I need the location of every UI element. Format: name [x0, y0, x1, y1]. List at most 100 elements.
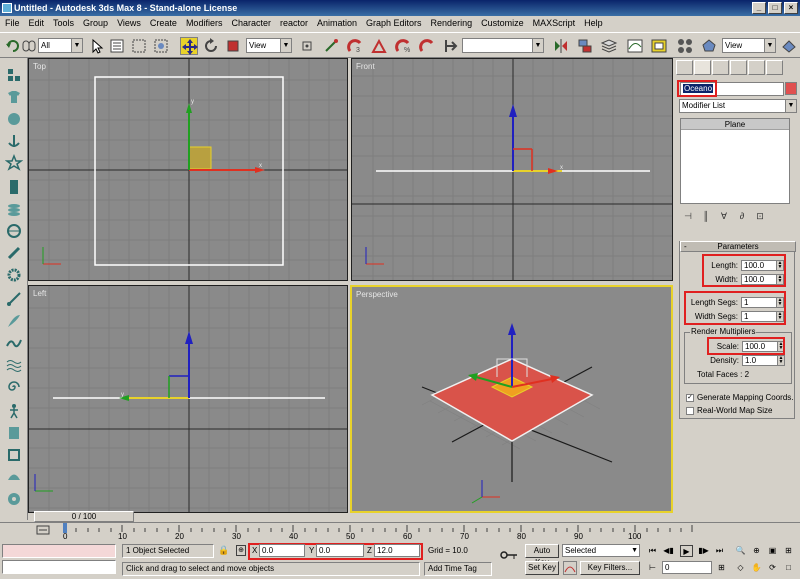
- feather-icon[interactable]: [5, 312, 23, 330]
- remove-modifier-icon[interactable]: ∂: [736, 211, 748, 223]
- align-icon[interactable]: [576, 37, 594, 55]
- utilities-tab-icon[interactable]: [766, 60, 783, 75]
- time-slider[interactable]: 0 / 100: [34, 511, 134, 522]
- angle-snap-icon[interactable]: [370, 37, 388, 55]
- menu-customize[interactable]: Customize: [478, 16, 530, 32]
- key-icon[interactable]: [500, 550, 518, 560]
- wave-icon[interactable]: [5, 356, 23, 374]
- menu-rendering[interactable]: Rendering: [428, 16, 479, 32]
- settings-icon[interactable]: [5, 266, 23, 284]
- key-filters-button[interactable]: Key Filters...: [580, 561, 640, 575]
- minimize-button[interactable]: _: [752, 2, 766, 14]
- anchor-icon[interactable]: [5, 132, 23, 150]
- close-button[interactable]: ×: [784, 2, 798, 14]
- current-frame-field[interactable]: 0: [662, 561, 712, 574]
- y-coord-field[interactable]: 0.0: [316, 544, 364, 557]
- add-time-tag[interactable]: Add Time Tag: [424, 562, 492, 576]
- menu-create[interactable]: Create: [147, 16, 183, 32]
- zoom-extents-all-icon[interactable]: ⊞: [782, 545, 795, 557]
- viewport-left[interactable]: y Left: [28, 285, 348, 513]
- edit-named-selection-icon[interactable]: [442, 37, 460, 55]
- default-tangent-icon[interactable]: [563, 561, 577, 575]
- named-selection-select[interactable]: ▼: [462, 38, 544, 53]
- object-color-swatch[interactable]: [785, 82, 797, 95]
- pin-stack-icon[interactable]: ⊣: [682, 211, 694, 223]
- generate-mapping-check-icon[interactable]: ✓: [686, 393, 694, 402]
- absolute-mode-icon[interactable]: ⊕: [236, 545, 246, 556]
- quick-render-icon[interactable]: [780, 37, 798, 55]
- snake-icon[interactable]: [5, 334, 23, 352]
- fov-icon[interactable]: ◇: [734, 562, 747, 574]
- layer-manager-icon[interactable]: [600, 37, 618, 55]
- real-world-check-icon[interactable]: [686, 406, 694, 415]
- spiral-icon[interactable]: [5, 378, 23, 396]
- manipulate-icon[interactable]: [322, 37, 340, 55]
- menu-modifiers[interactable]: Modifiers: [183, 16, 229, 32]
- star-icon[interactable]: [4, 153, 24, 172]
- menu-views[interactable]: Views: [114, 16, 147, 32]
- stack-item-plane[interactable]: Plane: [681, 119, 789, 130]
- menu-character[interactable]: Character: [228, 16, 277, 32]
- pivot-icon[interactable]: [298, 37, 316, 55]
- arc-rotate-icon[interactable]: ⟳: [766, 562, 779, 574]
- stack-icon[interactable]: [5, 200, 23, 218]
- column-icon[interactable]: [5, 178, 23, 196]
- modifier-list-select[interactable]: Modifier List ▼: [679, 99, 797, 113]
- menu-reactor[interactable]: reactor: [277, 16, 314, 32]
- spinner-snap-icon[interactable]: [418, 37, 436, 55]
- schematic-view-icon[interactable]: [650, 37, 668, 55]
- biped-icon[interactable]: [5, 402, 23, 420]
- menu-help[interactable]: Help: [581, 16, 609, 32]
- motion-tab-icon[interactable]: [730, 60, 747, 75]
- palette-icon[interactable]: [5, 424, 23, 442]
- material-editor-icon[interactable]: [676, 37, 694, 55]
- viewport-label-perspective[interactable]: Perspective: [356, 290, 398, 299]
- hierarchy-tab-icon[interactable]: [712, 60, 729, 75]
- render-scene-icon[interactable]: [700, 37, 718, 55]
- menu-edit[interactable]: Edit: [26, 16, 51, 32]
- track-bar[interactable]: 0 10 20 30 40 50 60 70 80 90 100: [0, 522, 800, 542]
- generate-mapping-checkbox[interactable]: ✓ Generate Mapping Coords.: [686, 393, 794, 402]
- set-key-button[interactable]: Set Key: [525, 561, 559, 575]
- key-mode-toggle-icon[interactable]: ⊢: [646, 562, 659, 574]
- modify-tab-icon[interactable]: [694, 60, 711, 75]
- maximize-button[interactable]: □: [768, 2, 782, 14]
- auto-key-button[interactable]: Auto Key: [525, 544, 559, 567]
- density-spinner[interactable]: 1.0 ▲ ▼: [742, 355, 785, 366]
- x-coord-field[interactable]: 0.0: [259, 544, 305, 557]
- real-world-checkbox[interactable]: Real-World Map Size: [686, 406, 772, 415]
- modifier-stack[interactable]: Plane: [680, 118, 790, 204]
- pan-icon[interactable]: ✋: [750, 562, 763, 574]
- zoom-all-icon[interactable]: ⊕: [750, 545, 763, 557]
- brush-icon[interactable]: [5, 244, 23, 262]
- sphere-icon[interactable]: [5, 110, 23, 128]
- configure-sets-icon[interactable]: ⊡: [754, 211, 766, 223]
- cloud-icon[interactable]: [5, 490, 23, 508]
- menu-file[interactable]: File: [2, 16, 26, 32]
- render-view-select[interactable]: View ▼: [722, 38, 776, 53]
- z-coord-field[interactable]: 12.0: [374, 544, 420, 557]
- viewport-front[interactable]: x Front: [351, 58, 673, 281]
- viewport-perspective[interactable]: Perspective: [350, 285, 673, 513]
- snap-icon[interactable]: 3: [346, 37, 364, 55]
- create-tab-icon[interactable]: [676, 60, 693, 75]
- sphere-cut-icon[interactable]: [5, 222, 23, 240]
- parameters-rollout-header[interactable]: - Parameters: [680, 241, 796, 252]
- select-icon[interactable]: [88, 37, 106, 55]
- menu-group[interactable]: Group: [80, 16, 114, 32]
- mirror-icon[interactable]: [552, 37, 570, 55]
- select-by-name-icon[interactable]: [108, 37, 126, 55]
- window-crossing-icon[interactable]: [152, 37, 170, 55]
- helmet-icon[interactable]: [5, 468, 23, 486]
- link-icon[interactable]: [20, 37, 38, 55]
- viewport-label-front[interactable]: Front: [356, 62, 375, 71]
- prev-frame-icon[interactable]: ◀▮: [662, 545, 675, 557]
- make-unique-icon[interactable]: ∀: [718, 211, 730, 223]
- viewport-label-left[interactable]: Left: [33, 289, 46, 298]
- menu-tools[interactable]: Tools: [50, 16, 80, 32]
- viewport-label-top[interactable]: Top: [33, 62, 46, 71]
- menu-maxscript[interactable]: MAXScript: [530, 16, 582, 32]
- next-frame-icon[interactable]: ▮▶: [697, 545, 710, 557]
- show-end-result-icon[interactable]: ║: [700, 211, 712, 223]
- shirt-icon[interactable]: [5, 88, 23, 106]
